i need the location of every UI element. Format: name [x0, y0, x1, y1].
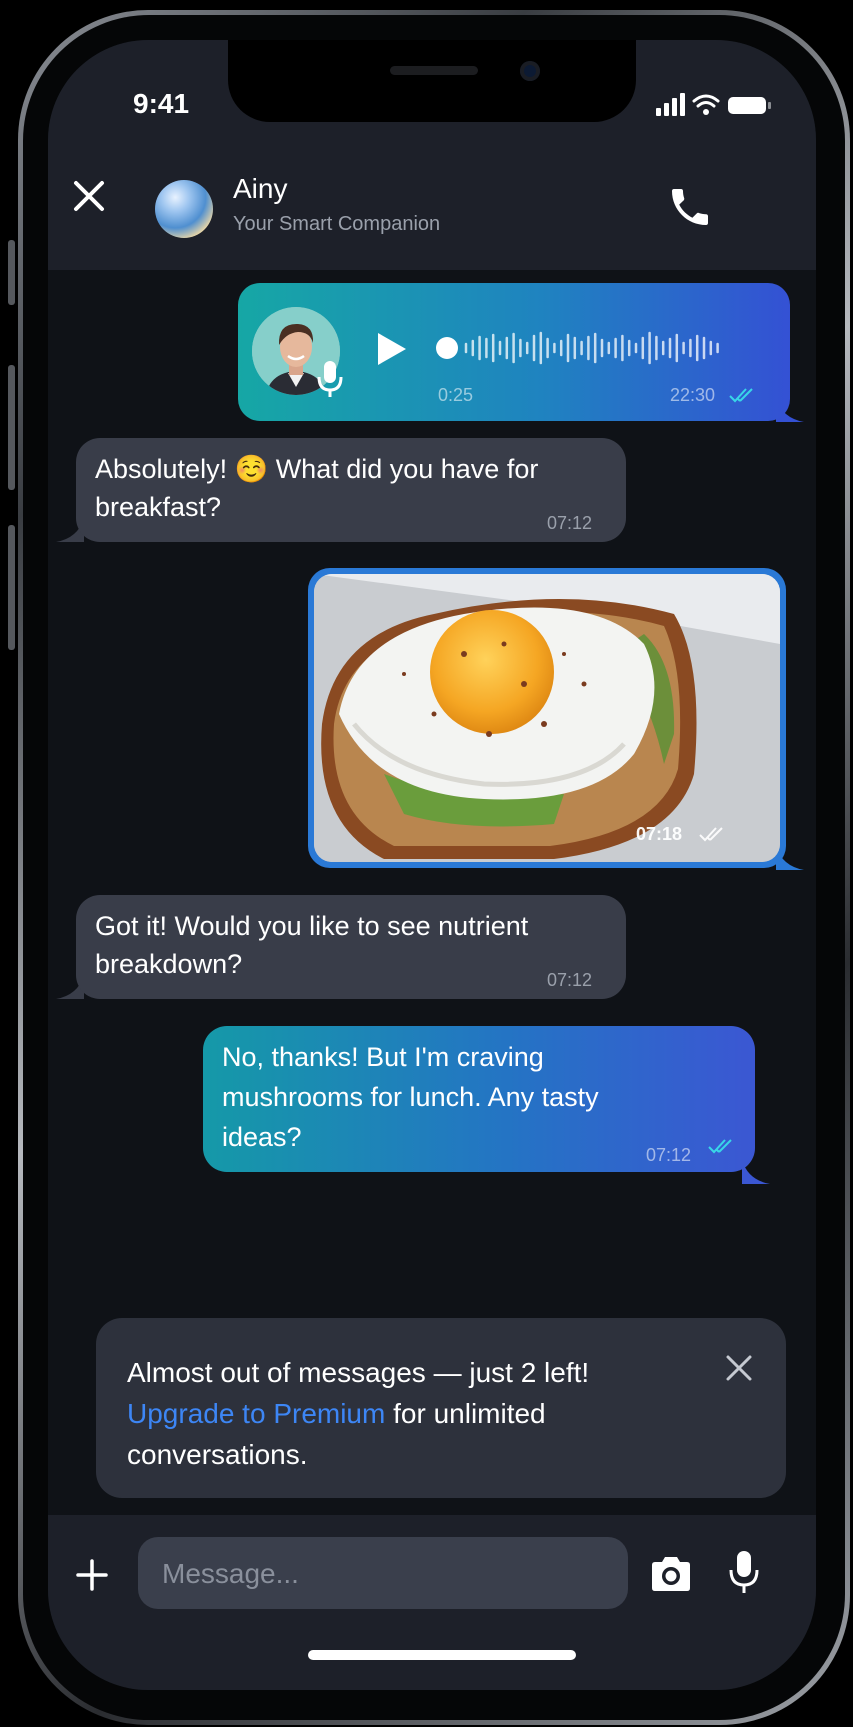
message-line: ideas?	[222, 1122, 302, 1152]
status-bar: 9:41	[48, 40, 816, 135]
photo-time: 07:18	[636, 824, 683, 844]
message-line: mushrooms for lunch. Any tasty	[222, 1082, 599, 1112]
notch	[228, 40, 636, 122]
banner-line: Upgrade to Premium for unlimited	[127, 1393, 667, 1434]
chat-header: Ainy Your Smart Companion	[48, 135, 816, 270]
volume-down-button	[8, 525, 15, 650]
signal-icon	[656, 93, 685, 116]
incoming-message[interactable]: Got it! Would you like to see nutrient b…	[76, 895, 626, 999]
message-time: 07:12	[646, 1145, 692, 1165]
upgrade-link[interactable]: Upgrade to Premium	[127, 1398, 385, 1429]
status-time: 9:41	[133, 88, 190, 119]
phone-icon[interactable]	[666, 183, 714, 231]
incoming-message[interactable]: Absolutely! ☺️ What did you have for bre…	[76, 438, 626, 542]
close-icon[interactable]	[724, 1353, 754, 1383]
mic-badge-icon	[317, 361, 343, 397]
banner-line: conversations.	[127, 1439, 308, 1470]
contact-name: Ainy	[233, 173, 288, 204]
double-check-icon	[699, 827, 723, 842]
close-icon[interactable]	[68, 175, 110, 217]
avatar[interactable]	[155, 180, 213, 238]
volume-up-button	[8, 365, 15, 490]
play-icon[interactable]	[376, 331, 408, 367]
banner-text: Almost out of messages — just 2 left! Up…	[127, 1352, 667, 1475]
message-line: No, thanks! But I'm craving	[222, 1042, 544, 1072]
banner-line-rest: for unlimited	[385, 1398, 546, 1429]
message-line: breakdown?	[95, 949, 243, 979]
outgoing-message[interactable]: No, thanks! But I'm craving mushrooms fo…	[203, 1026, 755, 1172]
banner-line: Almost out of messages — just 2 left!	[127, 1357, 590, 1388]
app-screen: 9:41 Ainy Your Smart Companion 0:25 22:3…	[48, 40, 816, 1690]
message-input[interactable]: Message...	[138, 1537, 628, 1609]
voice-message[interactable]: 0:25 22:30	[238, 283, 790, 421]
message-time: 07:12	[547, 513, 593, 533]
contact-subtitle: Your Smart Companion	[233, 213, 441, 235]
camera-icon[interactable]	[648, 1555, 694, 1593]
front-camera	[520, 61, 540, 81]
upgrade-banner: Almost out of messages — just 2 left! Up…	[96, 1318, 786, 1498]
waveform[interactable]	[436, 321, 722, 375]
double-check-icon	[708, 1139, 732, 1154]
photo-message[interactable]: 07:18	[308, 568, 786, 868]
photo-image	[314, 574, 780, 862]
double-check-icon	[729, 388, 753, 403]
mute-switch	[8, 240, 15, 305]
wifi-icon	[692, 94, 720, 108]
plus-icon[interactable]	[72, 1555, 112, 1595]
message-line: breakfast?	[95, 492, 222, 522]
composer-bar: Message...	[48, 1515, 816, 1690]
home-indicator	[308, 1650, 576, 1660]
message-time: 07:12	[547, 970, 593, 990]
earpiece	[390, 66, 478, 75]
breakfast-photo[interactable]: 07:18	[314, 574, 780, 862]
system-icons	[656, 93, 771, 116]
voice-time: 22:30	[670, 385, 716, 405]
message-line: Absolutely! ☺️ What did you have for	[95, 454, 539, 484]
voice-duration: 0:25	[438, 385, 474, 405]
message-line: Got it! Would you like to see nutrient	[95, 911, 529, 941]
mic-icon[interactable]	[728, 1549, 760, 1595]
battery-icon	[728, 97, 771, 114]
message-placeholder: Message...	[162, 1558, 299, 1589]
